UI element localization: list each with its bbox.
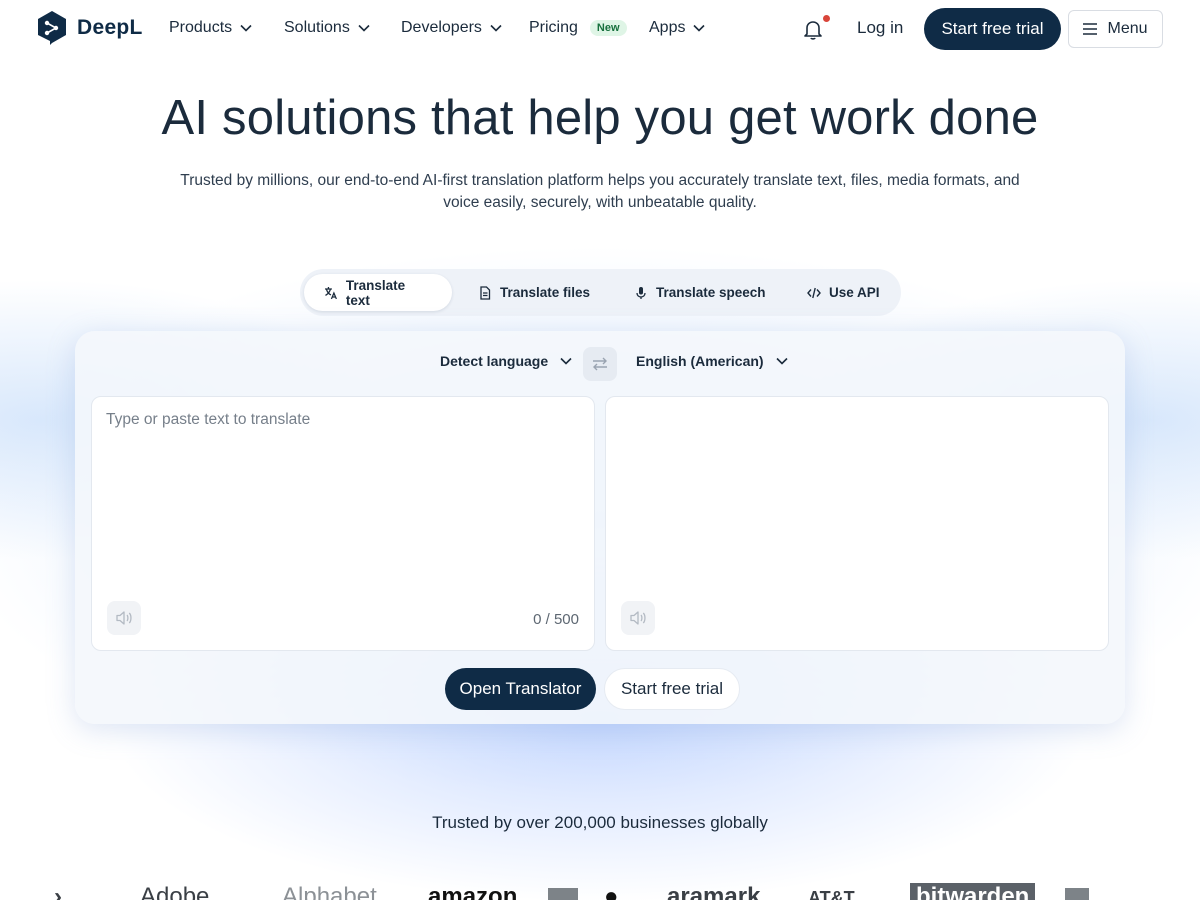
tab-translate-text[interactable]: Translate text	[304, 274, 452, 311]
translator-card: Detect language English (American) Type …	[75, 331, 1125, 724]
speaker-icon	[630, 611, 646, 625]
partial-brand-logo-icon	[1065, 888, 1089, 900]
nav-products[interactable]: Products	[169, 19, 252, 37]
nav-developers-label: Developers	[401, 19, 482, 36]
tab-translate-speech[interactable]: Translate speech	[614, 274, 786, 311]
target-text-pane	[605, 396, 1109, 651]
swap-languages-button[interactable]	[583, 347, 617, 381]
speaker-icon	[116, 611, 132, 625]
hero-subtitle: Trusted by millions, our end-to-end AI-f…	[180, 170, 1020, 214]
source-text-pane: 0 / 500	[91, 396, 595, 651]
hamburger-icon	[1083, 23, 1098, 35]
tab-translate-text-label: Translate text	[345, 277, 406, 308]
nav-developers[interactable]: Developers	[401, 19, 502, 37]
translate-icon	[324, 286, 337, 299]
menu-label: Menu	[1107, 20, 1148, 37]
source-listen-button[interactable]	[107, 601, 141, 635]
nav-apps[interactable]: Apps	[649, 19, 706, 37]
source-language-label: Detect language	[440, 353, 549, 369]
new-badge: New	[589, 20, 627, 36]
swap-arrows-icon	[593, 357, 607, 371]
logo-text: DeepL	[77, 16, 143, 39]
nav-apps-label: Apps	[649, 19, 686, 36]
target-language-label: English (American)	[636, 353, 764, 369]
chevron-down-icon	[693, 24, 706, 32]
source-language-select[interactable]: Detect language	[440, 353, 572, 369]
hero-subtitle-line-1: Trusted by millions, our end-to-end AI-f…	[180, 172, 1020, 189]
customer-logos-strip: › Adobe Alphabet amazon ● aramark AT&T b…	[0, 880, 1200, 900]
notification-bell-icon[interactable]	[800, 16, 826, 42]
target-language-select[interactable]: English (American)	[636, 353, 788, 369]
nav-solutions-label: Solutions	[284, 19, 350, 36]
chevron-down-icon	[490, 24, 502, 32]
nav-pricing-label: Pricing	[529, 19, 578, 36]
open-translator-button[interactable]: Open Translator	[445, 668, 596, 710]
american-express-logo-icon	[548, 888, 578, 900]
code-icon	[807, 287, 821, 298]
nav-solutions[interactable]: Solutions	[284, 19, 370, 37]
tab-translate-files[interactable]: Translate files	[458, 274, 610, 311]
nav-products-label: Products	[169, 19, 233, 36]
target-listen-button[interactable]	[621, 601, 655, 635]
chevron-down-icon	[240, 24, 252, 32]
chevron-down-icon	[560, 357, 572, 365]
file-icon	[480, 285, 491, 300]
character-counter: 0 / 500	[533, 611, 579, 628]
top-navigation: DeepL Products Solutions Developers Pric…	[0, 0, 1200, 58]
tab-translate-files-label: Translate files	[500, 285, 591, 300]
nav-pricing[interactable]: Pricing New	[529, 19, 627, 37]
menu-button[interactable]: Menu	[1068, 10, 1163, 48]
amazon-logo: amazon	[428, 883, 518, 900]
adobe-logo: Adobe	[140, 883, 210, 900]
card-start-free-trial-button[interactable]: Start free trial	[604, 668, 740, 710]
deepl-logo[interactable]: DeepL	[36, 10, 143, 46]
login-link[interactable]: Log in	[857, 18, 903, 38]
start-free-trial-button[interactable]: Start free trial	[924, 8, 1061, 50]
chevron-down-icon	[776, 357, 788, 365]
partial-logo-icon: ›	[54, 883, 62, 900]
bitwarden-logo: bitwarden	[910, 883, 1036, 900]
tab-use-api[interactable]: Use API	[787, 274, 900, 311]
source-text-input[interactable]	[106, 411, 576, 591]
chevron-down-icon	[358, 24, 370, 32]
notification-dot	[823, 15, 830, 22]
deepl-logo-icon	[38, 11, 66, 45]
att-logo: AT&T	[808, 888, 855, 900]
alphabet-logo: Alphabet	[282, 883, 377, 900]
aramark-logo: aramark	[667, 883, 761, 900]
translator-mode-tabs: Translate text Translate files Translate…	[300, 269, 901, 316]
tab-use-api-label: Use API	[829, 285, 880, 300]
hero-subtitle-line-2: voice easily, securely, with unbeatable …	[443, 194, 757, 211]
language-bar: Detect language English (American)	[75, 347, 1125, 381]
microphone-icon	[636, 286, 646, 299]
apple-logo-icon: ●	[604, 883, 619, 900]
tab-translate-speech-label: Translate speech	[656, 285, 766, 300]
hero-title: AI solutions that help you get work done	[161, 91, 1039, 145]
trusted-by-text: Trusted by over 200,000 businesses globa…	[432, 813, 768, 832]
